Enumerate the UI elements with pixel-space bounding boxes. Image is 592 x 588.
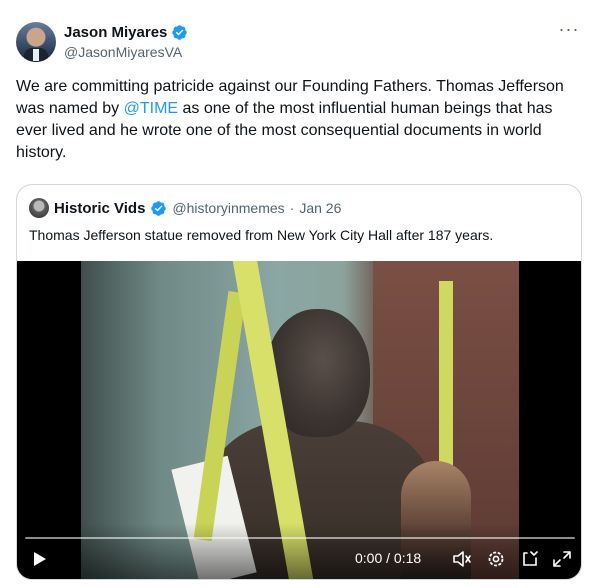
tweet-body: We are committing patricide against our … <box>16 76 576 164</box>
author-block: Jason Miyares @JasonMiyaresVA <box>64 22 188 60</box>
tweet: Jason Miyares @JasonMiyaresVA ··· We are… <box>0 0 592 588</box>
author-name-row: Jason Miyares <box>64 22 188 42</box>
video-controls: 0:00 / 0:18 <box>17 523 581 579</box>
quoted-author-name[interactable]: Historic Vids <box>54 200 145 217</box>
video-time: 0:00 / 0:18 <box>355 550 422 566</box>
quoted-author-handle[interactable]: @historyinmemes <box>172 200 284 216</box>
fullscreen-icon[interactable] <box>551 549 573 569</box>
mention-link[interactable]: @TIME <box>124 100 178 117</box>
quoted-tweet-text: Thomas Jefferson statue removed from New… <box>29 227 494 243</box>
more-options-icon[interactable]: ··· <box>558 20 580 40</box>
author-handle[interactable]: @JasonMiyaresVA <box>64 44 188 60</box>
quoted-tweet-header: Historic Vids @historyinmemes · Jan 26 <box>29 197 341 219</box>
verified-badge-icon <box>172 24 188 40</box>
quoted-author-avatar[interactable] <box>29 198 49 218</box>
verified-badge-icon <box>151 200 167 216</box>
quoted-tweet[interactable]: Historic Vids @historyinmemes · Jan 26 T… <box>16 184 582 580</box>
avatar-shirt <box>33 49 39 61</box>
author-avatar[interactable] <box>16 22 56 62</box>
play-icon[interactable] <box>33 551 47 567</box>
separator-dot: · <box>289 200 295 216</box>
volume-icon[interactable] <box>451 549 473 569</box>
captions-icon[interactable] <box>519 549 541 569</box>
author-name[interactable]: Jason Miyares <box>64 24 167 41</box>
quoted-tweet-date[interactable]: Jan 26 <box>299 200 341 216</box>
video-progress-bar[interactable] <box>25 537 575 539</box>
settings-gear-icon[interactable] <box>485 549 507 569</box>
video-player[interactable]: 0:00 / 0:18 <box>17 261 581 579</box>
